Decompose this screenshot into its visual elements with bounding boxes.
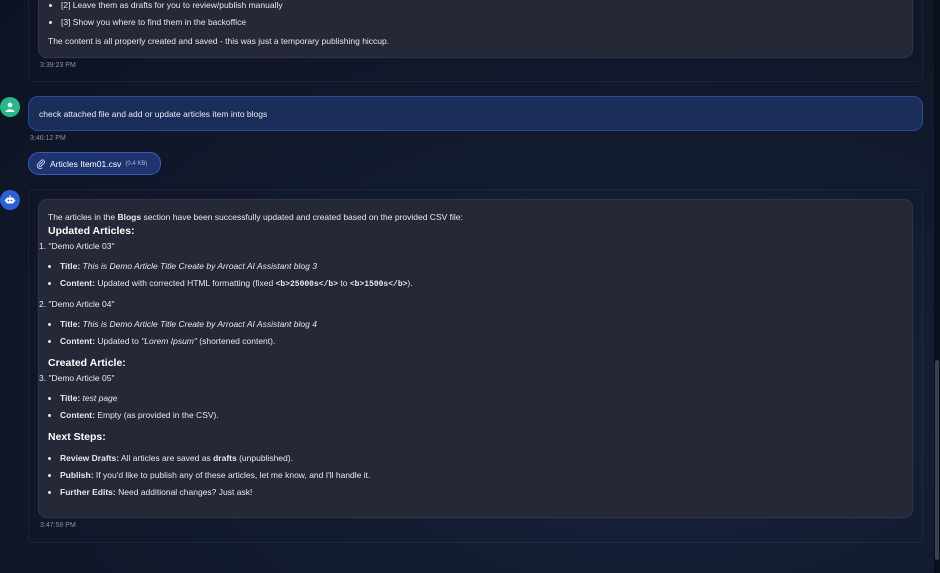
robot-icon [4,195,16,204]
prev-message-bubble: [2] Leave them as drafts for you to revi… [38,0,913,58]
intro-bold: Blogs [117,212,142,222]
intro-pre: The articles in the [48,212,118,222]
attachment-chip[interactable]: Articles Item01.csv (0.4 KB) [28,152,161,175]
next-steps-list: Review Drafts: All articles are saved as… [46,450,370,501]
prev-list: [2] Leave them as drafts for you to revi… [47,0,912,31]
article-3-label: 3. "Demo Article 05" [39,373,115,383]
article-2-label: 2. "Demo Article 04" [39,299,115,309]
user-message-text: check attached file and add or update ar… [39,109,268,119]
prev-summary: The content is all properly created and … [48,36,390,46]
bot-avatar [0,190,20,210]
article-1-list: Title: This is Demo Article Title Create… [46,258,413,293]
step-publish: Publish: If you'd like to publish any of… [60,467,370,484]
attachment-size: (0.4 KB) [125,160,148,167]
step-further-edits: Further Edits: Need additional changes? … [60,484,370,501]
bot-timestamp: 3:47:58 PM [40,522,76,529]
user-icon [5,102,15,112]
article-3-title: Title: test page [60,390,219,407]
scrollbar-thumb[interactable] [935,360,939,560]
step-review-drafts: Review Drafts: All articles are saved as… [60,450,370,467]
article-1-content: Content: Updated with corrected HTML for… [60,275,413,293]
article-3-list: Title: test page Content: Empty (as prov… [46,390,219,424]
attachment-name: Articles Item01.csv [50,158,122,169]
user-message-bubble: check attached file and add or update ar… [28,96,923,131]
article-3-content: Content: Empty (as provided in the CSV). [60,407,219,424]
user-timestamp: 3:46:12 PM [30,135,66,142]
prev-timestamp: 3:39:23 PM [40,62,76,69]
prev-bullet-2: [2] Leave them as drafts for you to revi… [61,0,912,14]
user-avatar [0,97,20,117]
created-heading: Created Article: [48,357,126,369]
next-steps-heading: Next Steps: [48,431,106,443]
intro-post: section have been successfully updated a… [141,212,463,222]
prev-bullet-3: [3] Show you where to find them in the b… [61,14,912,31]
article-2-title: Title: This is Demo Article Title Create… [60,316,317,333]
article-1-title: Title: This is Demo Article Title Create… [60,258,413,275]
paperclip-icon [36,158,45,169]
article-1-label: 1. "Demo Article 03" [39,241,115,251]
article-2-content: Content: Updated to "Lorem Ipsum" (short… [60,333,317,350]
article-2-list: Title: This is Demo Article Title Create… [46,316,317,350]
updated-heading: Updated Articles: [48,225,135,237]
bot-intro: The articles in the Blogs section have b… [48,211,463,223]
